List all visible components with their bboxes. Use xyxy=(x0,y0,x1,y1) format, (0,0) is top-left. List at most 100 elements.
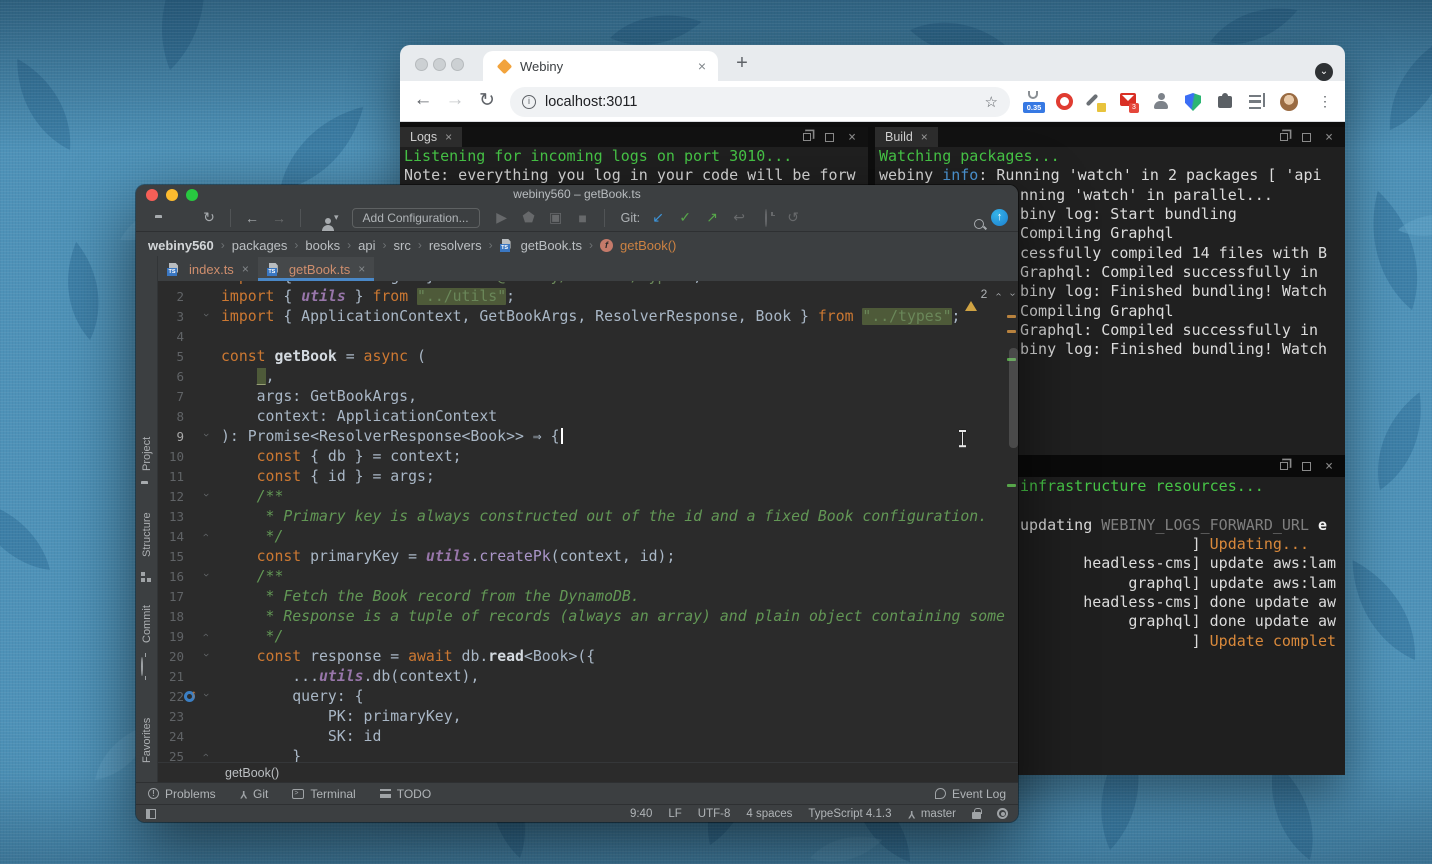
fold-marker-icon[interactable]: › xyxy=(200,653,212,657)
code-line[interactable]: 25› } xyxy=(158,747,1018,762)
breadcrumb-item[interactable]: resolvers xyxy=(429,238,482,253)
back-icon[interactable]: ← xyxy=(410,89,436,111)
close-window-icon[interactable]: × xyxy=(1325,462,1333,471)
bookmark-star-icon[interactable]: ☆ xyxy=(985,93,998,111)
browser-tab[interactable]: Webiny × xyxy=(483,51,718,81)
code-text[interactable]: * Fetch the Book record from the DynamoD… xyxy=(221,587,640,607)
logs-tab[interactable]: Logs × xyxy=(400,127,462,147)
gear-icon[interactable] xyxy=(997,808,1008,819)
tab-close-icon[interactable]: × xyxy=(696,58,708,74)
undo-icon[interactable]: ↺ xyxy=(784,209,802,226)
code-line[interactable]: 17 * Fetch the Book record from the Dyna… xyxy=(158,587,1018,607)
minimize-traffic-light[interactable] xyxy=(433,58,446,71)
zoom-traffic-light[interactable] xyxy=(451,58,464,71)
code-text[interactable]: SK: id xyxy=(221,727,381,747)
code-line[interactable]: 14› */ xyxy=(158,527,1018,547)
toolwindow-button-event-log[interactable]: Event Log xyxy=(935,787,1006,801)
code-line[interactable]: 21 ...utils.db(context), xyxy=(158,667,1018,687)
breadcrumb-item[interactable]: getBook() xyxy=(620,238,676,253)
run-gutter-icon[interactable] xyxy=(184,691,195,702)
fold-marker-icon[interactable]: › xyxy=(200,693,212,697)
code-line[interactable]: 23 PK: primaryKey, xyxy=(158,707,1018,727)
navigate-back-icon[interactable]: ← xyxy=(243,210,261,226)
code-text[interactable]: ...utils.db(context), xyxy=(221,667,479,687)
toolwindow-button-problems[interactable]: !Problems xyxy=(148,787,216,801)
close-window-icon[interactable]: × xyxy=(1325,133,1333,142)
code-line[interactable]: 19› */ xyxy=(158,627,1018,647)
code-text[interactable]: */ xyxy=(221,527,283,547)
breadcrumb-item[interactable]: books xyxy=(305,238,340,253)
stop-icon[interactable]: ■ xyxy=(574,210,592,226)
fold-marker-icon[interactable]: › xyxy=(200,573,212,577)
code-line[interactable]: 13 * Primary key is always constructed o… xyxy=(158,507,1018,527)
git-branch-widget[interactable]: Ymaster xyxy=(908,808,957,820)
refresh-icon[interactable]: ↻ xyxy=(474,89,500,112)
sidebar-item-commit[interactable]: Commit xyxy=(136,596,158,652)
fold-marker-icon[interactable]: › xyxy=(200,493,212,497)
maximize-window-icon[interactable] xyxy=(1302,462,1311,471)
breadcrumb-item[interactable]: packages xyxy=(232,238,288,253)
list-extension-icon[interactable] xyxy=(1247,91,1267,113)
profile-avatar[interactable] xyxy=(1279,91,1299,113)
float-window-icon[interactable] xyxy=(1280,133,1288,141)
code-line[interactable]: 15 const primaryKey = utils.createPk(con… xyxy=(158,547,1018,567)
status-item[interactable]: UTF-8 xyxy=(698,808,731,820)
code-text[interactable]: } xyxy=(221,747,301,762)
code-line[interactable]: 5const getBook = async ( xyxy=(158,347,1018,367)
code-editor[interactable]: 1import { HandlerPlugin } from "@webiny/… xyxy=(158,281,1018,762)
sidebar-item-favorites[interactable]: Favorites xyxy=(136,708,158,772)
status-item[interactable]: 9:40 xyxy=(630,808,652,820)
tool-window-switcher-icon[interactable] xyxy=(146,809,156,819)
color-picker-extension-icon[interactable] xyxy=(1087,91,1107,113)
git-update-icon[interactable]: ↙ xyxy=(649,209,667,226)
git-push-icon[interactable]: ↗ xyxy=(703,209,721,226)
url-text[interactable]: localhost:3011 xyxy=(545,94,985,110)
toolwindow-button-git[interactable]: YGit xyxy=(240,787,269,801)
code-line[interactable]: 6 _, xyxy=(158,367,1018,387)
code-line[interactable]: 22› query: { xyxy=(158,687,1018,707)
navigate-forward-icon[interactable]: → xyxy=(270,210,288,226)
breadcrumb-item[interactable]: getBook.ts xyxy=(521,238,582,253)
code-line[interactable]: 7 args: GetBookArgs, xyxy=(158,387,1018,407)
code-line[interactable]: 3›import { ApplicationContext, GetBookAr… xyxy=(158,307,1018,327)
fold-marker-icon[interactable]: › xyxy=(200,313,212,317)
add-configuration-button[interactable]: Add Configuration... xyxy=(352,208,480,228)
maximize-window-icon[interactable] xyxy=(825,133,834,142)
editor-scrollbar[interactable] xyxy=(1009,348,1018,448)
code-text[interactable]: /** xyxy=(221,487,283,507)
code-line[interactable]: 18 * Response is a tuple of records (alw… xyxy=(158,607,1018,627)
float-window-icon[interactable] xyxy=(803,133,811,141)
tab-search-circle-icon[interactable]: ⌄ xyxy=(1315,63,1333,81)
zoom-traffic-light[interactable] xyxy=(186,189,198,201)
code-line[interactable]: 24 SK: id xyxy=(158,727,1018,747)
lock-icon[interactable] xyxy=(972,812,981,819)
sidebar-item-project[interactable]: Project xyxy=(136,430,158,478)
puzzle-extension-icon[interactable] xyxy=(1215,91,1235,113)
code-line[interactable]: 11 const { id } = args; xyxy=(158,467,1018,487)
run-icon[interactable]: ▶ xyxy=(493,209,511,226)
ide-title-bar[interactable]: webiny560 – getBook.ts xyxy=(136,185,1018,204)
status-item[interactable]: TypeScript 4.1.3 xyxy=(808,808,891,820)
git-rollback-icon[interactable]: ↩ xyxy=(730,209,748,226)
code-text[interactable]: const getBook = async ( xyxy=(221,347,426,367)
session-extension-icon[interactable] xyxy=(1151,91,1171,113)
fold-marker-icon[interactable]: › xyxy=(200,633,212,637)
code-text[interactable]: query: { xyxy=(221,687,364,707)
close-traffic-light[interactable] xyxy=(415,58,428,71)
history-clock-icon[interactable] xyxy=(757,210,775,226)
code-text[interactable]: const { id } = args; xyxy=(221,467,435,487)
code-text[interactable]: const response = await db.read<Book>({ xyxy=(221,647,595,667)
close-window-icon[interactable]: × xyxy=(848,133,856,142)
debug-bug-icon[interactable]: ⬟ xyxy=(520,209,538,226)
mail-extension-icon[interactable]: 3 xyxy=(1119,91,1139,113)
code-text[interactable]: /** xyxy=(221,567,283,587)
fold-marker-icon[interactable]: › xyxy=(200,433,212,437)
code-line[interactable]: 8 context: ApplicationContext xyxy=(158,407,1018,427)
code-line[interactable]: 12› /** xyxy=(158,487,1018,507)
minimize-traffic-light[interactable] xyxy=(166,189,178,201)
code-text[interactable]: * Primary key is always constructed out … xyxy=(221,507,987,527)
code-text[interactable]: context: ApplicationContext xyxy=(221,407,497,427)
status-item[interactable]: 4 spaces xyxy=(746,808,792,820)
tab-close-icon[interactable]: × xyxy=(358,262,365,276)
float-window-icon[interactable] xyxy=(1280,462,1288,470)
